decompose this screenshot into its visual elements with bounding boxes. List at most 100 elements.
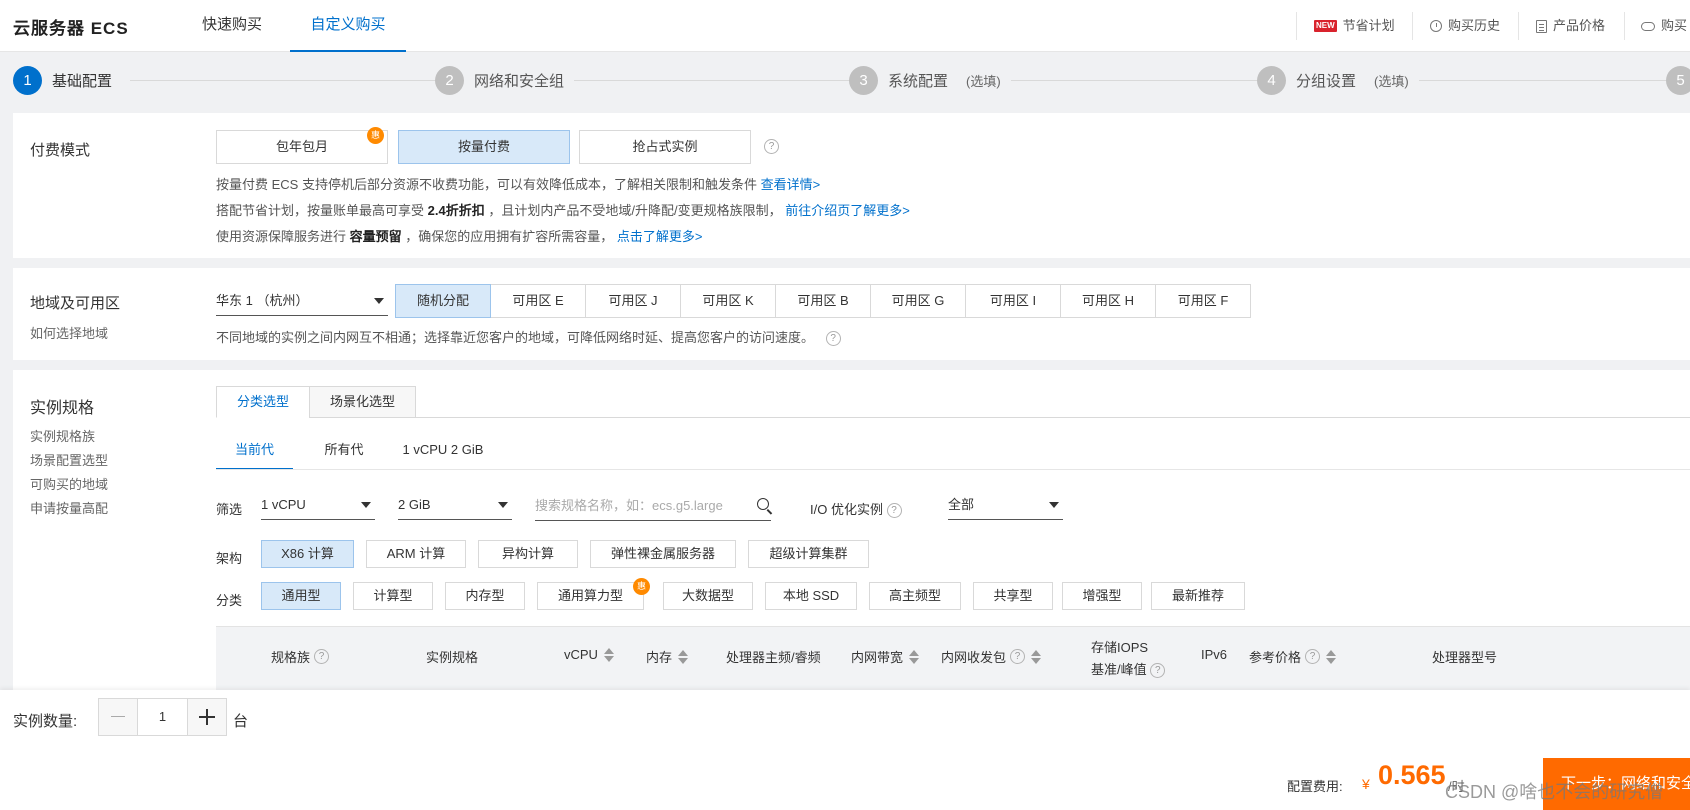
step-system-config[interactable]: 3 系统配置 (选填) [849, 66, 1011, 95]
hint-text: 不同地域的实例之间内网互不相通；选择靠近您客户的地域，可降低网络时延、提高您客户… [216, 330, 815, 345]
step-network-security[interactable]: 2 网络和安全组 [435, 66, 575, 95]
intro-link[interactable]: 前往介绍页了解更多> [785, 203, 910, 218]
sort-icon[interactable] [1326, 649, 1337, 664]
step-label: 基础配置 [52, 73, 113, 90]
io-optimized-select[interactable]: 全部 [948, 490, 1063, 520]
column-cpu-frequency: 处理器主频/睿频 [726, 647, 821, 666]
zone-option[interactable]: 随机分配 [395, 284, 491, 318]
column-label: vCPU [564, 647, 598, 662]
instance-type-section: 实例规格 实例规格族 场景配置选型 可购买的地域 申请按量高配 分类选型 场景化… [13, 370, 1690, 690]
product-price-link[interactable]: 产品价格 [1536, 0, 1605, 52]
zone-option[interactable]: 可用区 H [1060, 284, 1156, 318]
help-icon[interactable]: ? [1150, 663, 1166, 679]
available-regions-link[interactable]: 可购买的地域 [30, 474, 108, 493]
column-packets[interactable]: 内网收发包 ? [941, 647, 1042, 666]
step-confirm[interactable]: 5 [1666, 66, 1690, 95]
quantity-input[interactable]: 1 [137, 699, 188, 735]
tab-current-gen[interactable]: 当前代 [216, 436, 293, 470]
column-instance-spec: 实例规格 [426, 647, 478, 666]
billing-option-label: 按量付费 [457, 139, 510, 154]
scenario-config-link[interactable]: 场景配置选型 [30, 450, 108, 469]
request-high-config-link[interactable]: 申请按量高配 [30, 498, 108, 517]
tab-category-select[interactable]: 分类选型 [216, 386, 310, 418]
class-general[interactable]: 通用型 [261, 582, 341, 610]
help-icon[interactable]: ? [314, 649, 330, 664]
class-latest-recommend[interactable]: 最新推荐 [1151, 582, 1245, 610]
zone-option[interactable]: 可用区 J [585, 284, 681, 318]
arch-heterogeneous[interactable]: 异构计算 [478, 540, 578, 568]
sort-icon[interactable] [678, 649, 689, 664]
increment-button[interactable] [188, 699, 226, 735]
clock-icon [1430, 20, 1442, 32]
sort-icon[interactable] [1031, 649, 1042, 664]
column-label: 处理器型号 [1432, 650, 1498, 665]
zone-option[interactable]: 可用区 E [490, 284, 586, 318]
arch-bare-metal[interactable]: 弹性裸金属服务器 [590, 540, 736, 568]
step-number: 2 [435, 66, 464, 95]
tab-all-gen[interactable]: 所有代 [309, 436, 379, 470]
class-memory[interactable]: 内存型 [445, 582, 525, 610]
zone-option[interactable]: 可用区 G [870, 284, 966, 318]
arch-x86[interactable]: X86 计算 [261, 540, 354, 568]
buy-link[interactable]: 购买 [1641, 0, 1687, 52]
billing-option-pay-as-you-go[interactable]: 按量付费 [398, 130, 570, 164]
zone-option[interactable]: 可用区 B [775, 284, 871, 318]
arch-arm[interactable]: ARM 计算 [366, 540, 466, 568]
column-price[interactable]: 参考价格 ? [1249, 647, 1337, 666]
help-icon[interactable]: ? [1305, 649, 1321, 664]
billing-option-spot[interactable]: 抢占式实例 [579, 130, 751, 164]
search-icon[interactable] [757, 498, 769, 510]
column-label: IPv6 [1201, 647, 1228, 662]
tab-quick-filter[interactable]: 1 vCPU 2 GiB [391, 436, 495, 470]
note-text: 按量付费 ECS 支持停机后部分资源不收费功能，可以有效降低成本，了解相关限制和… [216, 177, 757, 192]
step-optional: (选填) [966, 74, 1001, 89]
class-local-ssd[interactable]: 本地 SSD [765, 582, 857, 610]
architecture-label: 架构 [216, 551, 243, 566]
zone-option[interactable]: 可用区 F [1155, 284, 1251, 318]
vcpu-select[interactable]: 1 vCPU [261, 490, 375, 520]
help-icon[interactable]: ? [1010, 649, 1026, 664]
purchase-history-link[interactable]: 购买历史 [1430, 0, 1500, 52]
savings-plan-link[interactable]: NEW 节省计划 [1314, 0, 1395, 52]
billing-section: 付费模式 包年包月 惠 按量付费 抢占式实例 ? 按量付费 ECS 支持停机后部… [13, 113, 1690, 258]
class-compute[interactable]: 计算型 [353, 582, 433, 610]
instance-family-link[interactable]: 实例规格族 [30, 426, 95, 445]
decrement-button[interactable] [99, 699, 137, 735]
sort-icon[interactable] [909, 649, 920, 664]
learn-more-link[interactable]: 点击了解更多> [617, 229, 703, 244]
spec-search-input[interactable]: 搜索规格名称，如：ecs.g5.large [535, 491, 771, 521]
column-vcpu[interactable]: vCPU [564, 647, 614, 662]
details-link[interactable]: 查看详情> [761, 177, 821, 192]
arch-super-computing[interactable]: 超级计算集群 [748, 540, 869, 568]
zone-option[interactable]: 可用区 I [965, 284, 1061, 318]
memory-select[interactable]: 2 GiB [398, 490, 512, 520]
class-shared[interactable]: 共享型 [973, 582, 1053, 610]
step-basic-config[interactable]: 1 基础配置 [13, 66, 123, 95]
class-high-frequency[interactable]: 高主频型 [869, 582, 961, 610]
quantity-unit: 台 [233, 713, 249, 730]
tab-scenario-select[interactable]: 场景化选型 [309, 386, 416, 418]
note-text: 搭配节省计划，按量账单最高可享受 [216, 203, 425, 218]
sort-icon[interactable] [603, 647, 614, 662]
tab-custom-buy[interactable]: 自定义购买 [290, 0, 406, 52]
class-universal-compute[interactable]: 通用算力型 惠 [537, 578, 650, 610]
class-big-data[interactable]: 大数据型 [663, 582, 753, 610]
column-bandwidth[interactable]: 内网带宽 [851, 647, 920, 666]
help-icon[interactable]: ? [825, 331, 841, 347]
billing-option-subscription[interactable]: 包年包月 惠 [216, 127, 388, 164]
help-icon[interactable]: ? [886, 503, 902, 519]
how-to-choose-region-link[interactable]: 如何选择地域 [30, 323, 108, 342]
purchase-footer: 实例数量: 1 台 配置费用: ¥ 0.565 /时 下一步：网络和安全组 CS… [0, 690, 1690, 810]
tab-quick-buy[interactable]: 快速购买 [202, 0, 262, 52]
step-group-settings[interactable]: 4 分组设置 (选填) [1257, 66, 1419, 95]
class-enhanced[interactable]: 增强型 [1062, 582, 1142, 610]
note-text: 使用资源保障服务进行 [216, 229, 347, 244]
column-label: 存储IOPS [1091, 640, 1149, 655]
column-label: 处理器主频/睿频 [726, 650, 821, 665]
filter-label: 筛选 [216, 502, 243, 517]
zone-option[interactable]: 可用区 K [680, 284, 776, 318]
column-memory[interactable]: 内存 [646, 647, 689, 666]
region-select[interactable]: 华东 1 （杭州） [216, 286, 388, 316]
help-icon[interactable]: ? [764, 139, 779, 154]
column-spec-family[interactable]: 规格族 ? [271, 647, 330, 666]
